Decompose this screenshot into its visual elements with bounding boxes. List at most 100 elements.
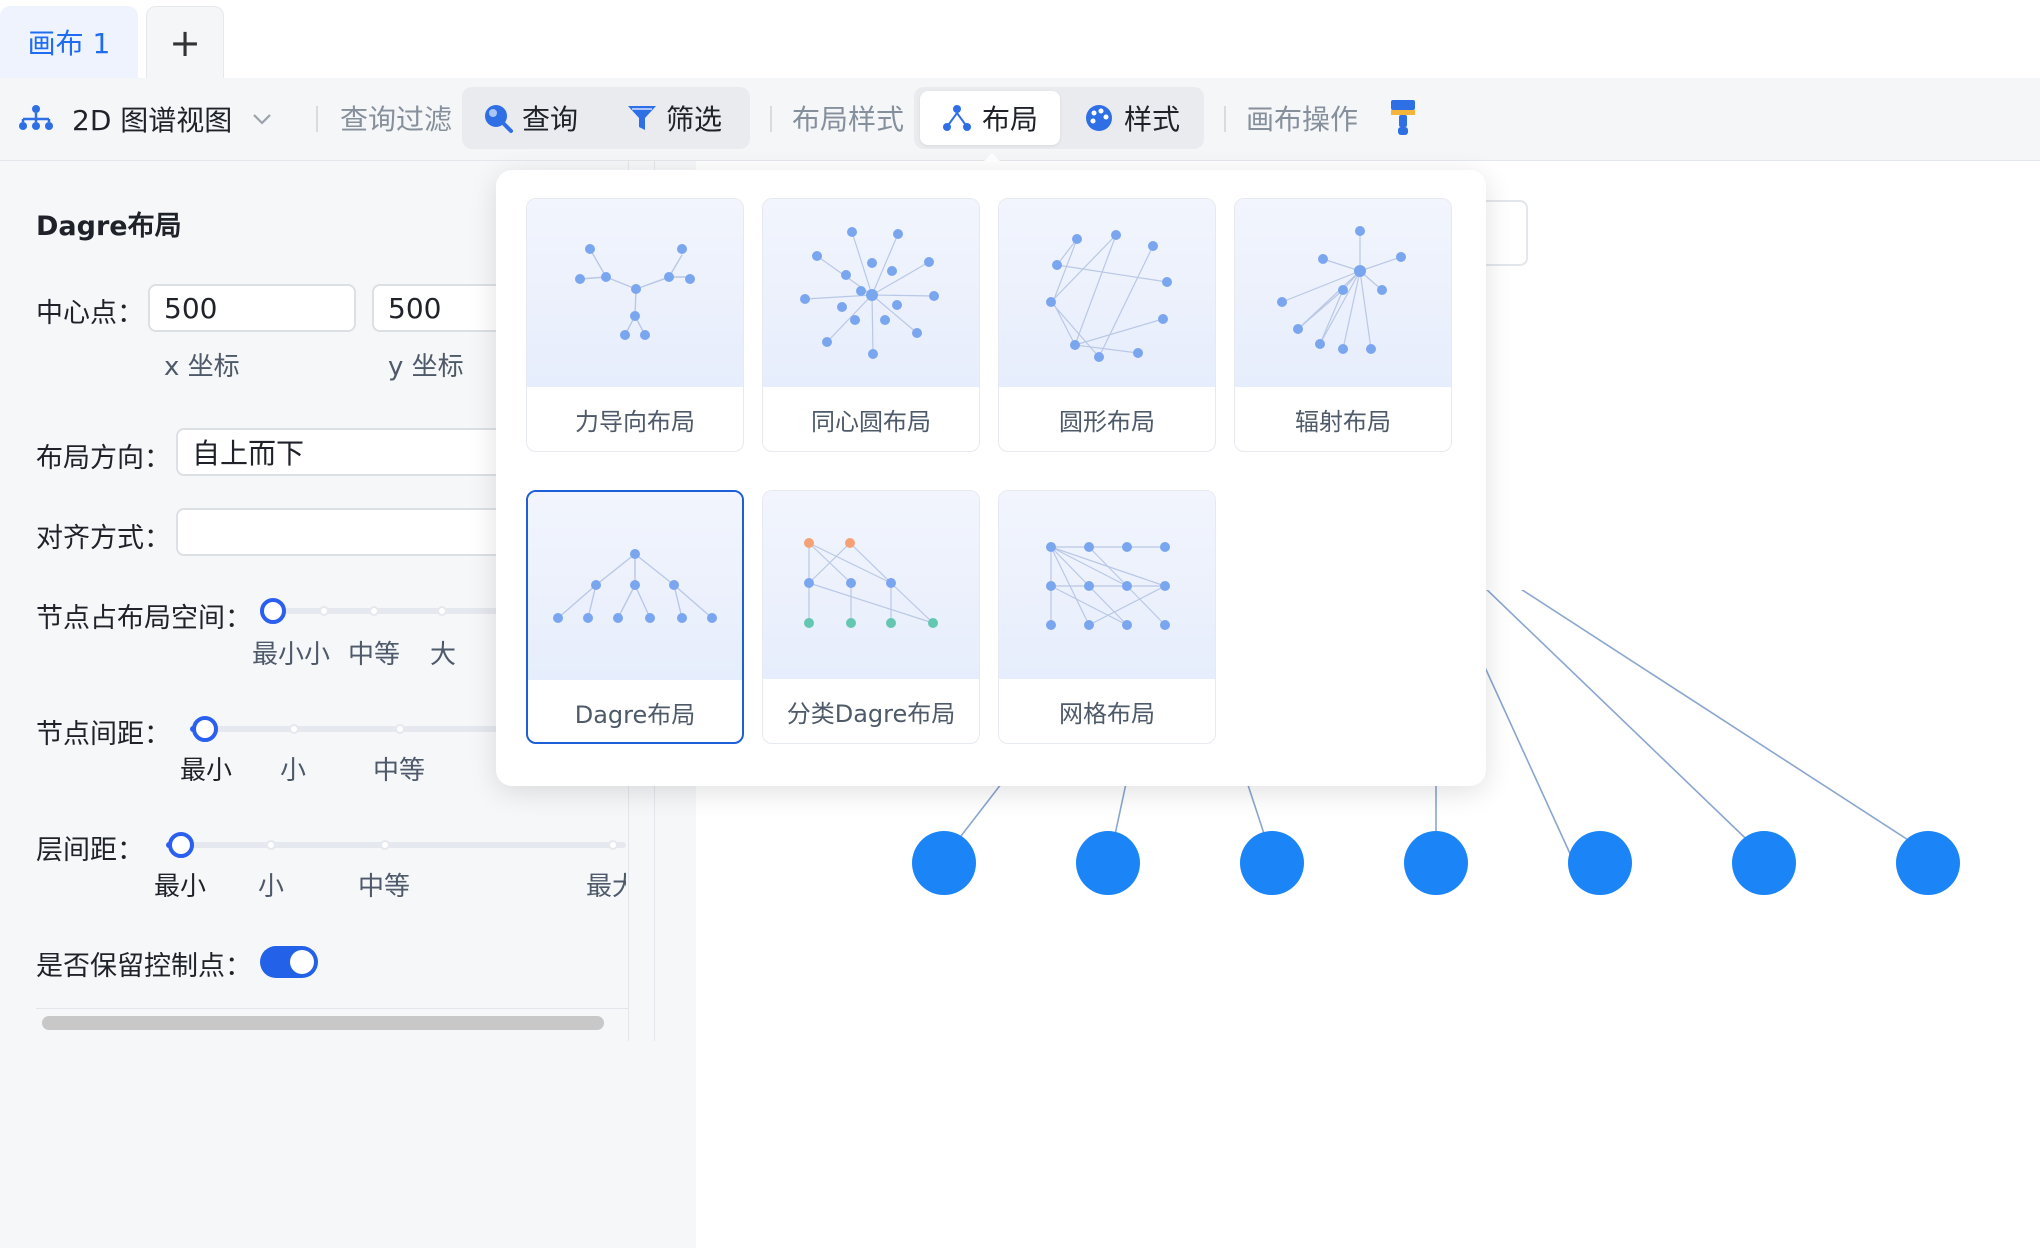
card-preview (763, 491, 979, 679)
tick-label: 最小 (154, 872, 207, 902)
query-button[interactable]: 查询 (482, 91, 578, 145)
tick-label: 小 (304, 640, 331, 670)
node-gap-slider[interactable] (190, 714, 502, 744)
tick-label: 中等 (348, 640, 401, 670)
view-selector[interactable]: 2D 图谱视图 (18, 98, 272, 140)
center-x-input[interactable]: 500 (148, 284, 356, 332)
layout-style-group: 布局 样式 (914, 87, 1204, 149)
card-label: 同心圆布局 (811, 407, 931, 436)
node-space-slider[interactable] (258, 596, 502, 626)
layout-card-force[interactable]: 力导向布局 (526, 198, 744, 452)
query-filter-group-label: 查询过滤 (340, 103, 453, 136)
card-preview (999, 491, 1215, 679)
style-button[interactable]: 样式 (1084, 91, 1180, 145)
dagre-layout-icon (553, 549, 717, 623)
slider-step (319, 606, 329, 616)
graph-node[interactable] (1076, 831, 1140, 895)
graph-view-icon (19, 105, 53, 130)
tick-label: 小 (280, 756, 307, 786)
add-tab-button[interactable]: + (146, 6, 224, 78)
tab-bar: 画布 1 + (0, 0, 2040, 79)
rank-gap-slider[interactable] (166, 830, 626, 860)
layout-card-dagre[interactable]: Dagre布局 (526, 490, 744, 744)
layout-card-circular[interactable]: 圆形布局 (998, 198, 1216, 452)
card-label: 网格布局 (1059, 699, 1155, 728)
layout-picker-popup: 力导向布局 同心圆布局 圆形布局 辐射布局 Dagre布局 分类Dagre布局 … (496, 170, 1486, 786)
slider-track (172, 842, 626, 848)
card-preview (1235, 199, 1451, 387)
slider-thumb[interactable] (260, 598, 286, 624)
slider-track (272, 608, 502, 614)
graph-node[interactable] (1568, 831, 1632, 895)
plus-icon: + (169, 20, 201, 65)
layout-icon (942, 105, 971, 131)
center-y-input[interactable]: 500 (372, 284, 502, 332)
layout-card-concentric[interactable]: 同心圆布局 (762, 198, 980, 452)
slider-thumb[interactable] (192, 716, 218, 742)
align-label: 对齐方式： (36, 523, 171, 554)
card-preview (528, 492, 742, 680)
card-label: 分类Dagre布局 (786, 699, 956, 728)
layout-card-category-dagre[interactable]: 分类Dagre布局 (762, 490, 980, 744)
tick-label: 最大 (586, 872, 626, 900)
radial-layout-icon (1277, 226, 1406, 354)
y-caption: y 坐标 (388, 352, 464, 382)
paint-brush-icon (1391, 100, 1415, 135)
slider-step (395, 724, 405, 734)
canvas-input-edge (1486, 200, 1528, 266)
graph-node[interactable] (912, 831, 976, 895)
view-label: 2D 图谱视图 (72, 104, 233, 137)
layout-button[interactable]: 布局 (920, 91, 1060, 145)
x-caption: x 坐标 (164, 352, 240, 382)
chevron-down-icon (253, 114, 272, 125)
slider-step (289, 724, 299, 734)
circular-layout-icon (1046, 230, 1172, 362)
card-preview (999, 199, 1215, 387)
search-icon (485, 105, 513, 133)
tick-label: 中等 (373, 756, 426, 786)
horizontal-scrollbar[interactable] (42, 1016, 604, 1030)
layout-card-grid[interactable]: 网格布局 (998, 490, 1216, 744)
tick-label: 最小 (180, 756, 233, 786)
graph-node[interactable] (1404, 831, 1468, 895)
slider-track (196, 726, 502, 732)
concentric-layout-icon (800, 227, 939, 359)
direction-value: 自上而下 (192, 437, 305, 470)
divider (1224, 106, 1226, 132)
slider-thumb[interactable] (168, 832, 194, 858)
keep-control-label: 是否保留控制点： (36, 951, 252, 982)
style-label: 样式 (1124, 103, 1181, 136)
divider (316, 106, 318, 132)
filter-icon (628, 106, 656, 130)
slider-step (437, 606, 447, 616)
center-y-value: 500 (388, 291, 442, 325)
align-select[interactable] (176, 508, 502, 556)
direction-select[interactable]: 自上而下 (176, 428, 502, 476)
graph-node[interactable] (1896, 831, 1960, 895)
filter-button[interactable]: 筛选 (626, 91, 722, 145)
center-x-value: 500 (164, 291, 218, 325)
slider-step (380, 840, 390, 850)
divider (770, 106, 772, 132)
card-preview (763, 199, 979, 387)
panel-title: Dagre布局 (36, 211, 182, 242)
layout-style-group-label: 布局样式 (792, 103, 905, 136)
tick-clip: 最大 (586, 866, 626, 900)
query-label: 查询 (522, 103, 579, 136)
layout-card-radial[interactable]: 辐射布局 (1234, 198, 1452, 452)
tab-canvas-1[interactable]: 画布 1 (0, 6, 138, 78)
tab-label: 画布 1 (27, 27, 111, 60)
slider-step (266, 840, 276, 850)
card-label: 圆形布局 (1059, 407, 1155, 436)
card-preview (527, 199, 743, 387)
brush-button[interactable] (1388, 98, 1418, 142)
keep-control-toggle[interactable] (260, 946, 318, 978)
node-space-label: 节点占布局空间： (36, 603, 252, 634)
graph-node[interactable] (1732, 831, 1796, 895)
node-gap-label: 节点间距： (36, 719, 171, 750)
card-label: Dagre布局 (574, 700, 696, 729)
graph-node[interactable] (1240, 831, 1304, 895)
tick-label: 中等 (358, 872, 411, 902)
force-layout-icon (575, 244, 695, 340)
rank-gap-label: 层间距： (36, 835, 144, 866)
